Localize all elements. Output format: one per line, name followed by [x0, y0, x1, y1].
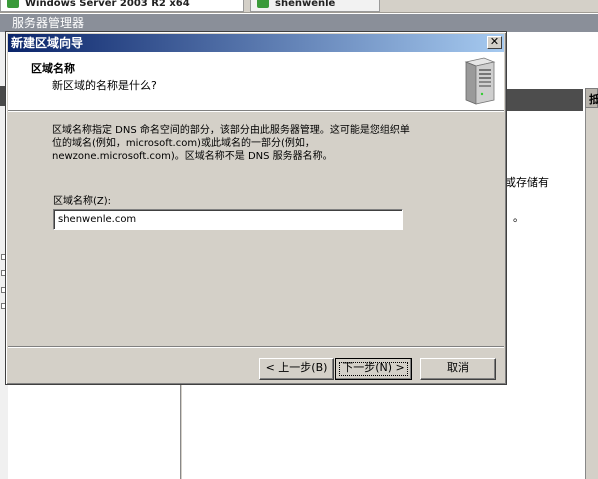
host-tab-icon	[257, 0, 269, 8]
background-text-fragment: 。	[513, 211, 524, 224]
description-line: 位的域名(例如，microsoft.com)或此域名的一部分(例如，	[52, 138, 315, 149]
background-splitter[interactable]	[180, 380, 183, 479]
description-line: 区域名称指定 DNS 命名空间的部分，该部分由此服务器管理。这可能是您组织单	[52, 125, 410, 136]
next-button-label: 下一步(N) >	[342, 361, 405, 374]
background-tab-vm[interactable]: Windows Server 2003 R2 x64	[0, 0, 244, 12]
background-window-titlebar: 服务器管理器	[0, 14, 598, 32]
dialog-titlebar[interactable]: 新建区域向导 ✕	[8, 34, 504, 52]
background-tab-host-label: shenwenle	[275, 0, 336, 9]
background-window-title: 服务器管理器	[12, 16, 85, 30]
vm-tab-icon	[7, 0, 19, 8]
zone-name-input[interactable]	[53, 209, 403, 230]
zone-name-label: 区域名称(Z):	[53, 196, 112, 207]
wizard-header-title: 区域名称	[31, 62, 75, 75]
close-button[interactable]: ✕	[487, 36, 502, 49]
background-tab-vm-label: Windows Server 2003 R2 x64	[25, 0, 190, 9]
cancel-button-label: 取消	[447, 361, 469, 374]
background-main-header	[503, 89, 583, 111]
server-icon	[464, 57, 496, 105]
background-actions-header: 抵	[585, 88, 598, 108]
background-actions-header-label: 抵	[589, 93, 598, 106]
background-tab-bar: Windows Server 2003 R2 x64 shenwenle	[0, 0, 598, 13]
back-button-label: < 上一步(B)	[265, 361, 328, 374]
description-line: newzone.microsoft.com)。区域名称不是 DNS 服务器名称。	[52, 151, 333, 162]
next-button[interactable]: 下一步(N) >	[335, 358, 412, 380]
background-actions-pane	[585, 88, 598, 479]
background-text-fragment: 或存储有	[505, 176, 549, 189]
wizard-header: 区域名称 新区域的名称是什么?	[8, 52, 504, 111]
dialog-title: 新建区域向导	[11, 36, 84, 50]
cancel-button[interactable]: 取消	[420, 358, 496, 380]
close-icon: ✕	[489, 35, 500, 48]
wizard-header-subtitle: 新区域的名称是什么?	[52, 79, 157, 92]
back-button[interactable]: < 上一步(B)	[259, 358, 334, 380]
new-zone-wizard-dialog: 新建区域向导 ✕ 区域名称 新区域的名称是什么? 区域名称指定 DNS 命名空间…	[5, 31, 507, 385]
button-separator	[8, 346, 504, 348]
background-tab-host[interactable]: shenwenle	[250, 0, 380, 12]
